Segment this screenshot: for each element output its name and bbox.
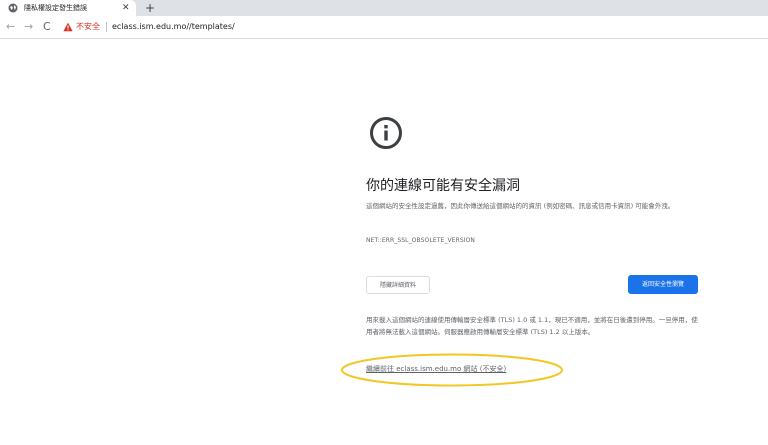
not-secure-label[interactable]: 不安全 (76, 21, 100, 33)
browser-toolbar: ← → C 不安全 eclass.ism.edu.mo//templates/ (0, 16, 768, 39)
forward-arrow-icon[interactable]: → (24, 20, 33, 34)
page-title: 你的連線可能有安全漏洞 (366, 178, 520, 194)
error-code: NET::ERR_SSL_OBSOLETE_VERSION (366, 237, 476, 244)
back-arrow-icon[interactable]: ← (6, 20, 15, 34)
highlight-ellipse-annotation (341, 353, 563, 387)
details-text: 用來載入這個網站的連線使用傳輸層安全標準 (TLS) 1.0 或 1.1，現已不… (366, 316, 698, 336)
tab-title: 隱私權設定發生錯誤 (24, 4, 87, 12)
address-bar[interactable]: 不安全 eclass.ism.edu.mo//templates/ (58, 19, 762, 35)
browser-tab[interactable]: 隱私權設定發生錯誤 ✕ (0, 0, 136, 16)
warning-icon[interactable] (63, 22, 73, 32)
new-tab-button[interactable]: + (145, 0, 155, 16)
tab-strip: 隱私權設定發生錯誤 ✕ + (0, 0, 768, 16)
url-text[interactable]: eclass.ism.edu.mo//templates/ (112, 21, 235, 33)
close-tab-icon[interactable]: ✕ (122, 2, 130, 14)
globe-icon (8, 3, 18, 13)
back-to-safety-button[interactable]: 返回安全性瀏覽 (628, 275, 698, 294)
reload-icon[interactable]: C (43, 20, 51, 34)
description-text: 這個網站的安全性設定過舊，因此你傳送給這個網站的的資訊 (例如密碼、訊息或信用卡… (366, 202, 675, 210)
omnibox-divider (106, 22, 107, 32)
info-icon (370, 117, 402, 149)
hide-details-button[interactable]: 隱藏詳細資料 (366, 276, 430, 294)
